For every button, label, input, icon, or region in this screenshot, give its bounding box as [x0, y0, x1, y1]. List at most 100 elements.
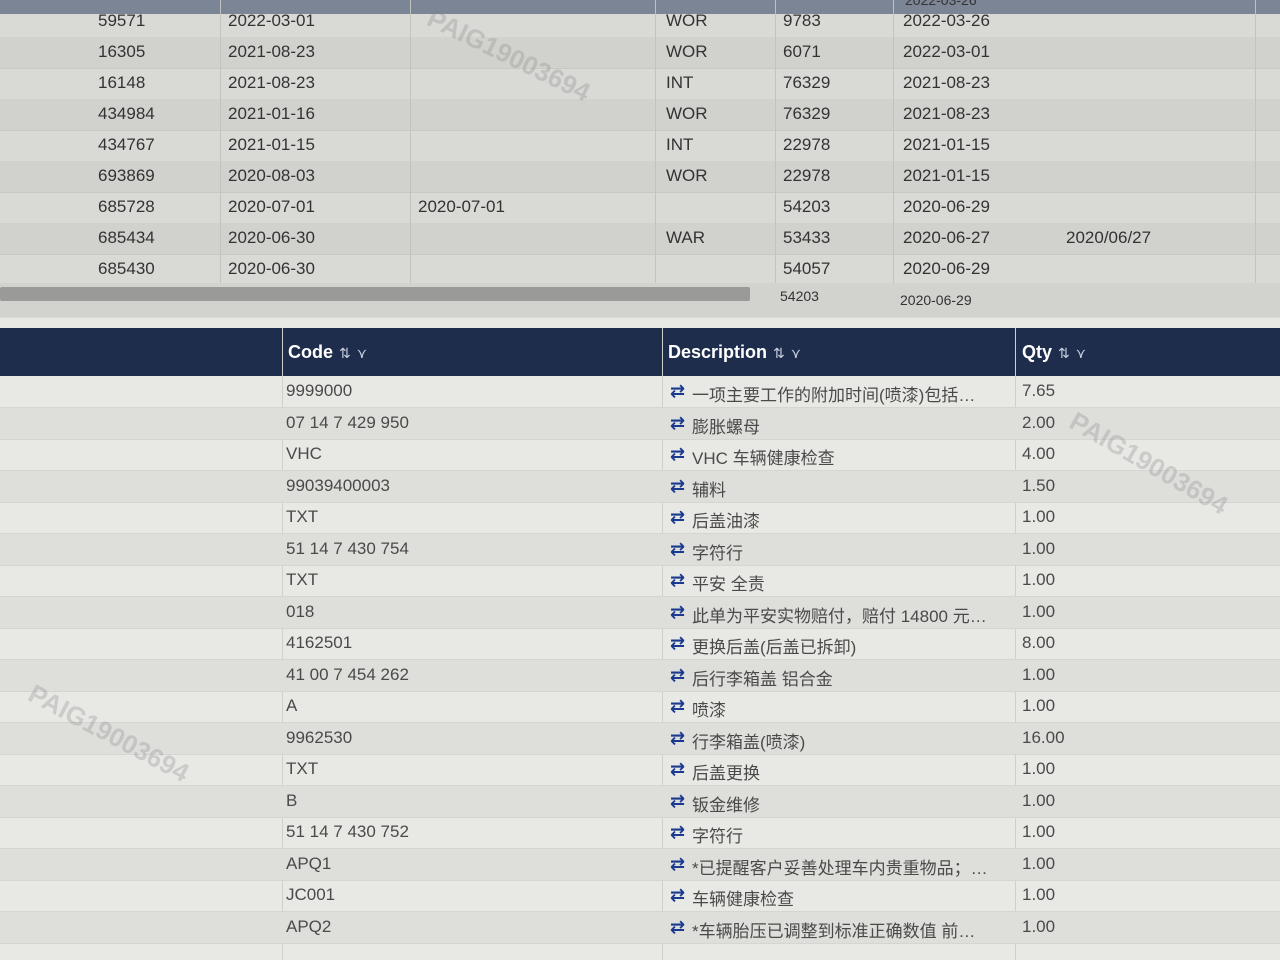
part-description: 车辆健康检查 [692, 890, 794, 909]
filter-icon[interactable]: ⋎ [357, 345, 367, 361]
row-number: 22978 [783, 166, 831, 185]
table-row[interactable]: JC001 ⇄ 车辆健康检查 1.00 [0, 880, 1280, 912]
swap-arrows-icon[interactable]: ⇄ [670, 444, 692, 465]
row-date: 2021-01-16 [228, 104, 315, 123]
column-divider [1255, 0, 1256, 300]
top-table-row[interactable]: 16148 2021-08-23 INT 76329 2021-08-23 [0, 68, 1280, 100]
swap-arrows-icon[interactable]: ⇄ [670, 728, 692, 749]
top-table-row[interactable]: 693869 2020-08-03 WOR 22978 2021-01-15 [0, 161, 1280, 193]
table-row[interactable]: 4162501 ⇄ 更换后盖(后盖已拆卸) 8.00 [0, 628, 1280, 660]
top-table-row[interactable]: 59571 2022-03-01 WOR 9783 2022-03-26 [0, 6, 1280, 38]
swap-arrows-icon[interactable]: ⇄ [670, 476, 692, 497]
part-description: VHC 车辆健康检查 [692, 449, 835, 468]
table-row[interactable]: 99039400003 ⇄ 辅料 1.50 [0, 470, 1280, 503]
part-description: 钣金维修 [692, 795, 760, 815]
row-date-end: 2021-08-23 [903, 104, 990, 123]
table-row[interactable]: A ⇄ 喷漆 1.00 [0, 691, 1280, 723]
column-divider [220, 0, 221, 300]
swap-arrows-icon[interactable]: ⇄ [670, 602, 692, 623]
row-date: 2020-06-30 [228, 228, 315, 247]
sort-icon[interactable]: ⇅ [773, 345, 785, 361]
row-date-end: 2020-06-29 [903, 259, 990, 278]
table-row[interactable]: 51 14 7 430 752 ⇄ 字符行 1.00 [0, 817, 1280, 849]
code-column-header[interactable]: Code ⇅ ⋎ [288, 342, 367, 363]
part-description: 辅料 [692, 480, 726, 500]
filter-icon[interactable]: ⋎ [1076, 345, 1086, 361]
part-code: 41 00 7 454 262 [286, 664, 409, 684]
swap-arrows-icon[interactable]: ⇄ [670, 822, 692, 843]
swap-arrows-icon[interactable]: ⇄ [670, 791, 692, 812]
row-date: 2021-08-23 [228, 73, 315, 92]
part-qty: 1.00 [1022, 664, 1056, 684]
part-qty: 1.00 [1022, 822, 1056, 841]
swap-arrows-icon[interactable]: ⇄ [670, 570, 692, 591]
row-date: 2021-08-23 [228, 42, 315, 61]
top-table-row[interactable]: 685434 2020-06-30 WAR 53433 2020-06-27 2020/0… [0, 223, 1280, 255]
row-date: 2022-03-01 [228, 11, 315, 30]
table-row[interactable]: TXT ⇄ 平安 全责 1.00 [0, 565, 1280, 597]
filter-icon[interactable]: ⋎ [791, 345, 801, 361]
table-row[interactable]: 9999000 ⇄ 一项主要工作的附加时间(喷漆)包括颜料混... 7.65 [0, 376, 1280, 408]
column-divider [775, 0, 776, 300]
swap-arrows-icon[interactable]: ⇄ [670, 854, 692, 875]
table-row[interactable]: APQ1 ⇄*已提醒客户妥善处理车内贵重物品；旧件保... 1.00 [0, 848, 1280, 881]
row-id: 693869 [98, 166, 155, 185]
swap-arrows-icon[interactable]: ⇄ [670, 413, 692, 434]
part-code: JC001 [286, 885, 336, 904]
top-table-row[interactable]: 16305 2021-08-23 WOR 6071 2022-03-01 [0, 37, 1280, 69]
partial-row-date: 2020-06-29 [900, 292, 972, 308]
swap-arrows-icon[interactable]: ⇄ [670, 696, 692, 717]
horizontal-scrollbar[interactable] [0, 283, 1280, 317]
table-row[interactable]: 51 14 7 430 754 ⇄ 字符行 1.00 [0, 533, 1280, 566]
row-number: 54203 [783, 197, 831, 216]
part-code: TXT [286, 570, 319, 589]
row-date-secondary: 2020-07-01 [418, 197, 505, 216]
swap-arrows-icon[interactable]: ⇄ [670, 633, 692, 654]
swap-arrows-icon[interactable]: ⇄ [670, 759, 692, 780]
part-description: 一项主要工作的附加时间(喷漆)包括颜料混... [692, 386, 992, 405]
table-row[interactable]: 41 00 7 454 262 ⇄ 后行李箱盖 铝合金 1.00 [0, 659, 1280, 692]
top-table-row[interactable]: 434984 2021-01-16 WOR 76329 2021-08-23 [0, 99, 1280, 131]
row-id: 59571 [98, 11, 146, 30]
part-code: 9962530 [286, 727, 353, 747]
table-row[interactable]: TXT ⇄ 后盖更换 1.00 [0, 754, 1280, 786]
part-code: 9999000 [286, 381, 353, 400]
top-table-row[interactable]: 434767 2021-01-15 INT 22978 2021-01-15 [0, 130, 1280, 162]
row-number: 53433 [783, 228, 831, 247]
table-row[interactable]: B ⇄ 钣金维修 1.00 [0, 785, 1280, 818]
part-code: VHC [286, 444, 322, 463]
part-description-cell: ⇄ 后盖油漆 [670, 507, 760, 532]
swap-arrows-icon[interactable]: ⇄ [670, 539, 692, 560]
part-qty: 1.00 [1022, 601, 1056, 621]
row-date-end: 2021-08-23 [903, 73, 990, 92]
row-id: 16305 [98, 42, 146, 61]
part-code: B [286, 790, 298, 810]
part-description: 字符行 [692, 543, 743, 563]
row-date: 2020-06-30 [228, 259, 315, 278]
swap-arrows-icon[interactable]: ⇄ [670, 885, 692, 906]
part-description-cell: ⇄ 字符行 [670, 822, 743, 847]
swap-arrows-icon[interactable]: ⇄ [670, 917, 692, 938]
part-description: 膨胀螺母 [692, 417, 760, 437]
sort-icon[interactable]: ⇅ [1058, 345, 1070, 361]
part-code: TXT [286, 759, 319, 778]
swap-arrows-icon[interactable]: ⇄ [670, 665, 692, 686]
column-divider [893, 0, 894, 300]
qty-column-header[interactable]: Qty ⇅ ⋎ [1022, 342, 1086, 363]
row-type: INT [666, 135, 694, 154]
table-row[interactable]: 9962530 ⇄ 行李箱盖(喷漆) 16.00 [0, 722, 1280, 755]
swap-arrows-icon[interactable]: ⇄ [670, 507, 692, 528]
part-description-cell: ⇄ 后盖更换 [670, 759, 760, 784]
top-table-row[interactable]: 685728 2020-07-01 2020-07-01 54203 2020-06-2… [0, 192, 1280, 224]
sort-icon[interactable]: ⇅ [339, 345, 351, 361]
part-qty: 1.00 [1022, 853, 1056, 873]
table-row[interactable]: 018 ⇄此单为平安实物赔付，赔付 14800 元，客户... 1.00 [0, 596, 1280, 629]
table-row[interactable]: TXT ⇄ 后盖油漆 1.00 [0, 502, 1280, 534]
row-extra-date: 2020/06/27 [1066, 228, 1152, 247]
part-code: 4162501 [286, 633, 353, 652]
description-column-header[interactable]: Description ⇅ ⋎ [668, 342, 801, 363]
scrollbar-thumb[interactable] [0, 287, 750, 301]
swap-arrows-icon[interactable]: ⇄ [670, 381, 692, 402]
table-row[interactable]: APQ2 ⇄*车辆胎压已调整到标准正确数值 前轮：2.3... 1.00 [0, 911, 1280, 944]
top-table-row[interactable]: 685430 2020-06-30 54057 2020-06-29 [0, 254, 1280, 286]
